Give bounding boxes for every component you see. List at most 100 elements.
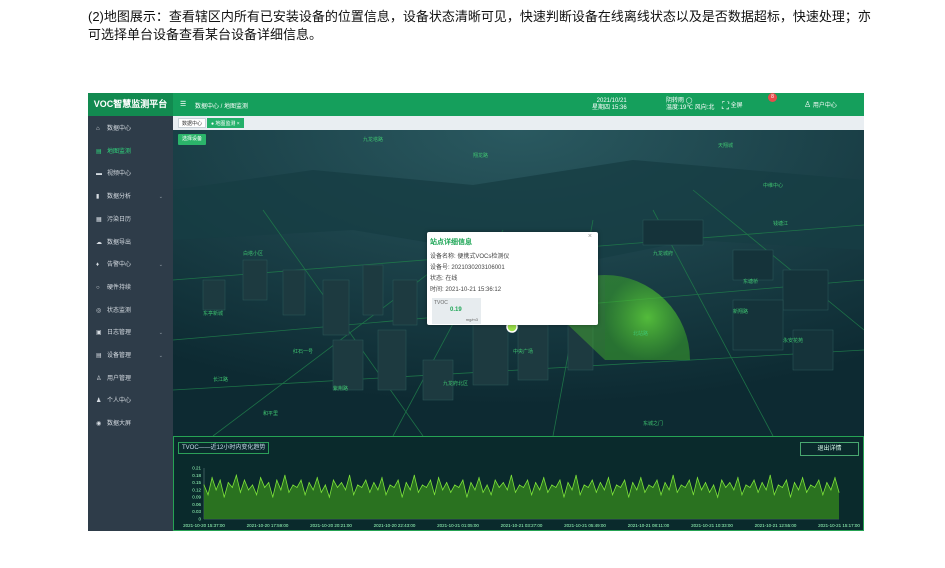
data-point [328,496,330,498]
data-point [264,486,266,488]
data-point [757,491,759,493]
map-label: 白塔小区 [243,251,264,257]
user-center-button[interactable]: ♙ 用户中心 [804,100,837,109]
data-point [203,484,205,486]
sidebar-item-label: 视频中心 [107,171,132,178]
y-tick-label: 0.21 [192,466,201,471]
sidebar-item-person[interactable]: ♟ 个人中心 [88,390,173,412]
map-view[interactable]: 选择设备 九龙塔路 天翔城 翔龙路 东亭新城 红石一号 钱塘江 中维中心 长江路 九龙城府 新翔路… [173,130,864,436]
map-label: 天翔城 [718,143,734,149]
user-label: 用户中心 [812,103,837,109]
map-icon: ▤ [96,148,102,155]
x-tick-label: 2021-10-20 22:43:00 [374,523,416,528]
map-label: 九龙塔路 [363,137,384,143]
map-label: 东城之门 [643,421,664,427]
data-point [709,491,711,493]
sidebar-item-label: 日志管理 [107,330,132,337]
data-point [765,489,767,491]
data-point [312,489,314,491]
sidebar-item-map[interactable]: ▤ 地图监测 [88,141,173,163]
menu-toggle-icon[interactable]: ☰ [180,100,186,108]
data-point [559,479,561,481]
data-point [434,494,436,496]
data-point [417,491,419,493]
data-point [518,484,520,486]
data-point [345,489,347,491]
data-point [717,496,719,498]
data-point [292,484,294,486]
data-point [243,479,245,481]
select-device-button[interactable]: 选择设备 [178,134,207,145]
data-point [260,477,262,479]
data-point [385,494,387,496]
x-tick-label: 2021-10-21 01:05:00 [437,523,479,528]
fullscreen-button[interactable]: ⛶ 全屏 [722,100,743,112]
sidebar-item-screen[interactable]: ◉ 数据大屏 [88,413,173,435]
data-point [389,484,391,486]
data-point [612,494,614,496]
data-point [308,482,310,484]
sidebar-item-alarm[interactable]: ♦ 告警中心 ⌄ [88,254,173,276]
data-point [656,479,658,481]
data-point [664,482,666,484]
data-point [438,477,440,479]
data-point [478,477,480,479]
chevron-down-icon: ⌄ [158,353,163,359]
data-point [373,482,375,484]
sidebar-item-bar-chart[interactable]: ▮ 数据分析 ⌄ [88,186,173,208]
data-point [223,496,225,498]
data-point [280,489,282,491]
data-point [660,494,662,496]
data-point [531,494,533,496]
date-text: 2021/10/21 [596,98,627,104]
sidebar-item-log[interactable]: ▣ 日志管理 ⌄ [88,322,173,344]
sidebar-item-export[interactable]: ☁ 数据导出 [88,232,173,254]
data-point [304,494,306,496]
data-point [628,496,630,498]
y-tick-label: 0.12 [192,487,201,492]
data-point [838,491,840,493]
sidebar-item-calendar[interactable]: ▦ 污染日历 [88,209,173,231]
data-point [272,496,274,498]
data-point [834,477,836,479]
map-label: 东塘桥 [743,279,759,285]
tab-data-center[interactable]: 数据中心 [178,118,207,128]
data-point [547,491,549,493]
sidebar-item-label: 状态监测 [107,307,132,314]
status-icon: ◎ [96,307,102,314]
sidebar-item-home[interactable]: ⌂ 数据中心 [88,118,173,140]
data-point [486,484,488,486]
y-tick-label: 0.03 [192,509,201,514]
data-point [421,484,423,486]
data-point [510,474,512,476]
map-label: 紫荆路 [333,386,349,392]
sidebar-item-status[interactable]: ◎ 状态监测 [88,300,173,322]
data-point [247,489,249,491]
series-area [204,475,839,519]
sidebar-item-users[interactable]: ♙ 用户管理 [88,368,173,390]
tabs-bar: 数据中心 ● 地图监测 × [173,116,864,130]
data-point [745,484,747,486]
data-point [680,484,682,486]
notification-badge[interactable]: 8 [768,93,777,102]
sidebar-item-device[interactable]: ▤ 设备管理 ⌄ [88,345,173,367]
close-icon[interactable]: × [588,233,592,240]
tab-map-monitor[interactable]: ● 地图监测 × [207,118,244,128]
data-point [814,486,816,488]
data-point [498,486,500,488]
data-point [761,482,763,484]
data-point [341,482,343,484]
sidebar-item-video[interactable]: ▬ 视频中心 [88,163,173,185]
data-point [429,479,431,481]
data-point [353,494,355,496]
exit-detail-button[interactable]: 退出详情 [800,442,859,456]
data-point [773,494,775,496]
data-point [381,477,383,479]
sidebar-item-hardware[interactable]: ○ 硬件持续 [88,277,173,299]
map-label: 新翔路 [733,309,749,315]
data-point [231,486,233,488]
popup-title: 站点详细信息 [430,239,472,246]
weather-line-2: 温度:19℃ 风向:北 [666,105,715,111]
data-point [733,489,735,491]
data-point [539,489,541,491]
